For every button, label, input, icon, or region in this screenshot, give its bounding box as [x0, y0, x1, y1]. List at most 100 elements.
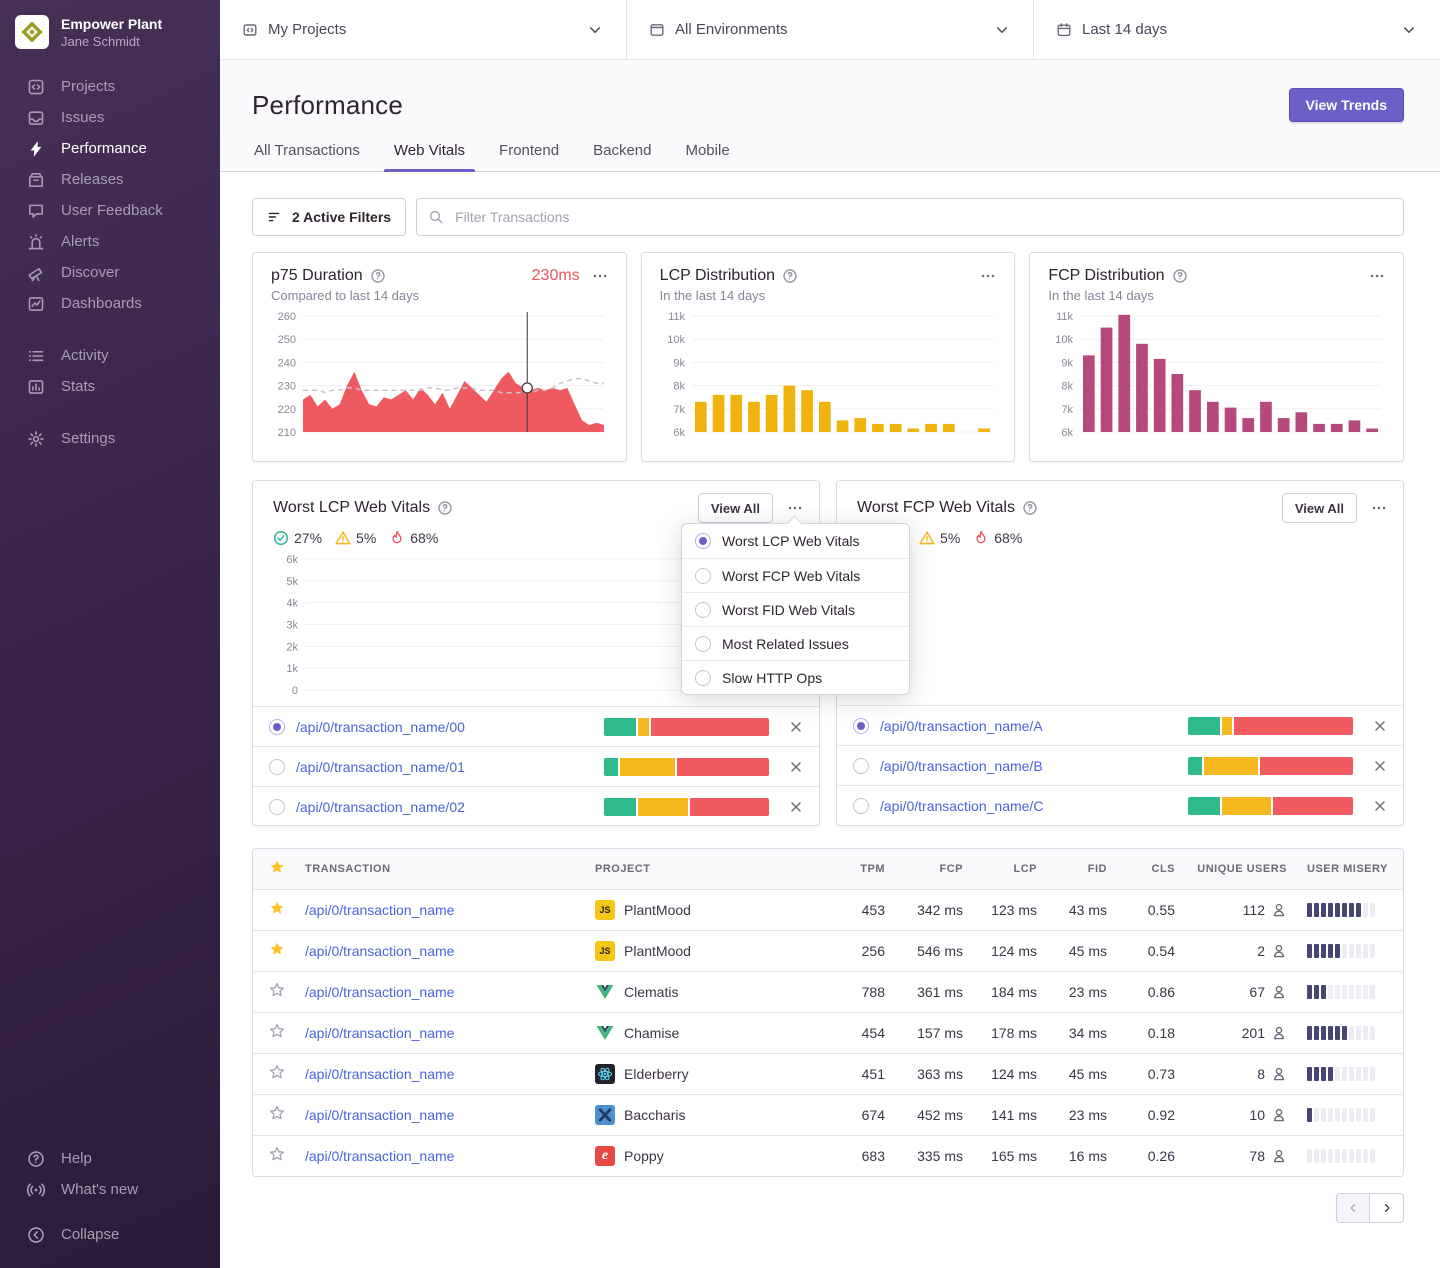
sidebar-item-stats[interactable]: Stats [0, 371, 220, 402]
transaction-link[interactable]: /api/0/transaction_name [305, 943, 454, 959]
sidebar-item-settings[interactable]: Settings [0, 423, 220, 454]
unique-users-value: 8 [1257, 1066, 1265, 1082]
worst-fcp-chart[interactable] [857, 552, 1385, 697]
flame-icon [389, 530, 405, 546]
star-outline-icon[interactable] [269, 1023, 285, 1039]
menu-item-slow-http-ops[interactable]: Slow HTTP Ops [682, 660, 909, 694]
close-icon[interactable] [788, 719, 804, 735]
view-all-button[interactable]: View All [698, 493, 773, 523]
date-filter-dropdown[interactable]: Last 14 days [1033, 0, 1440, 59]
misery-segment [1349, 1108, 1354, 1122]
previous-page-button[interactable] [1336, 1193, 1370, 1223]
sidebar-item-user-feedback[interactable]: User Feedback [0, 195, 220, 226]
active-filters-button[interactable]: 2 Active Filters [252, 198, 406, 236]
transaction-link[interactable]: /api/0/transaction_name/01 [296, 759, 465, 775]
lcp-distribution-chart[interactable]: 6k7k8k9k10k11k [660, 309, 997, 439]
ellipsis-menu-icon[interactable] [1371, 500, 1387, 516]
transaction-link[interactable]: /api/0/transaction_name [305, 984, 454, 1000]
star-outline-icon[interactable] [269, 1064, 285, 1080]
transaction-link[interactable]: /api/0/transaction_name/02 [296, 799, 465, 815]
help-question-icon[interactable] [782, 268, 798, 284]
cls-cell: 0.54 [1117, 930, 1185, 971]
fcp-cell: 361 ms [895, 971, 973, 1012]
transaction-link[interactable]: /api/0/transaction_name [305, 1107, 454, 1123]
favorites-column-header [253, 849, 295, 889]
sidebar-item-projects[interactable]: Projects [0, 71, 220, 102]
p75-duration-chart[interactable]: 210220230240250260 [271, 309, 608, 439]
search-input[interactable] [416, 198, 1404, 236]
transaction-link[interactable]: /api/0/transaction_name [305, 1148, 454, 1164]
good-segment [1188, 717, 1220, 735]
help-question-icon[interactable] [1022, 500, 1038, 516]
transaction-radio[interactable] [853, 798, 869, 814]
unique-users: 2 [1195, 943, 1287, 959]
star-outline-icon[interactable] [269, 1146, 285, 1162]
tab-web-vitals[interactable]: Web Vitals [392, 142, 467, 171]
menu-item-most-related-issues[interactable]: Most Related Issues [682, 626, 909, 660]
fid-cell: 16 ms [1047, 1135, 1117, 1176]
transaction-radio[interactable] [269, 759, 285, 775]
misery-segment [1307, 1067, 1312, 1081]
star-filled-icon[interactable] [269, 900, 285, 916]
tab-all-transactions[interactable]: All Transactions [252, 142, 362, 171]
view-trends-button[interactable]: View Trends [1289, 88, 1404, 122]
help-question-icon[interactable] [1172, 268, 1188, 284]
transaction-link[interactable]: /api/0/transaction_name [305, 1066, 454, 1082]
sidebar: Empower Plant Jane Schmidt ProjectsIssue… [0, 0, 220, 1268]
star-icon [269, 859, 285, 875]
star-outline-icon[interactable] [269, 1105, 285, 1121]
tab-frontend[interactable]: Frontend [497, 142, 561, 171]
star-filled-icon[interactable] [269, 941, 285, 957]
ellipsis-menu-icon[interactable] [787, 500, 803, 516]
transaction-link[interactable]: /api/0/transaction_name [305, 902, 454, 918]
transaction-radio[interactable] [269, 719, 285, 735]
poor-segment [690, 798, 769, 816]
star-outline-icon[interactable] [269, 982, 285, 998]
ellipsis-menu-icon[interactable] [1369, 268, 1385, 284]
global-filter-bar: My ProjectsAll EnvironmentsLast 14 days [220, 0, 1440, 60]
help-question-icon[interactable] [370, 268, 386, 284]
transaction-radio[interactable] [853, 758, 869, 774]
sidebar-item-help[interactable]: Help [0, 1143, 220, 1174]
misery-segment [1342, 944, 1347, 958]
sidebar-item-activity[interactable]: Activity [0, 340, 220, 371]
org-switcher[interactable]: Empower Plant Jane Schmidt [0, 0, 220, 71]
tab-backend[interactable]: Backend [591, 142, 653, 171]
close-icon[interactable] [1372, 798, 1388, 814]
sidebar-item-issues[interactable]: Issues [0, 102, 220, 133]
ellipsis-menu-icon[interactable] [592, 268, 608, 284]
sidebar-item-performance[interactable]: Performance [0, 133, 220, 164]
close-icon[interactable] [1372, 718, 1388, 734]
close-icon[interactable] [788, 759, 804, 775]
ellipsis-menu-icon[interactable] [980, 268, 996, 284]
sidebar-item-label: Help [61, 1150, 92, 1167]
environment-filter-dropdown[interactable]: All Environments [626, 0, 1033, 59]
sidebar-item-dashboards[interactable]: Dashboards [0, 288, 220, 319]
transaction-link[interactable]: /api/0/transaction_name [305, 1025, 454, 1041]
transaction-link[interactable]: /api/0/transaction_name/A [880, 718, 1043, 734]
sidebar-item-alerts[interactable]: Alerts [0, 226, 220, 257]
fcp-distribution-chart[interactable]: 6k7k8k9k10k11k [1048, 309, 1385, 439]
tab-mobile[interactable]: Mobile [683, 142, 731, 171]
menu-item-worst-lcp-web-vitals[interactable]: Worst LCP Web Vitals [682, 524, 909, 558]
user-misery-bar [1307, 1149, 1393, 1163]
menu-item-worst-fid-web-vitals[interactable]: Worst FID Web Vitals [682, 592, 909, 626]
close-icon[interactable] [788, 799, 804, 815]
close-icon[interactable] [1372, 758, 1388, 774]
help-question-icon[interactable] [437, 500, 453, 516]
next-page-button[interactable] [1370, 1193, 1404, 1223]
sidebar-spacer [0, 454, 220, 1143]
sidebar-item-collapse[interactable]: Collapse [0, 1219, 220, 1250]
transaction-radio[interactable] [269, 799, 285, 815]
sidebar-item-releases[interactable]: Releases [0, 164, 220, 195]
stats-icon [27, 378, 45, 396]
view-all-button[interactable]: View All [1282, 493, 1357, 523]
sidebar-item-whats-new[interactable]: What's new [0, 1174, 220, 1205]
menu-item-worst-fcp-web-vitals[interactable]: Worst FCP Web Vitals [682, 558, 909, 592]
project-filter-dropdown[interactable]: My Projects [220, 0, 626, 59]
transaction-radio[interactable] [853, 718, 869, 734]
transaction-link[interactable]: /api/0/transaction_name/C [880, 798, 1043, 814]
transaction-link[interactable]: /api/0/transaction_name/00 [296, 719, 465, 735]
sidebar-item-discover[interactable]: Discover [0, 257, 220, 288]
transaction-link[interactable]: /api/0/transaction_name/B [880, 758, 1043, 774]
